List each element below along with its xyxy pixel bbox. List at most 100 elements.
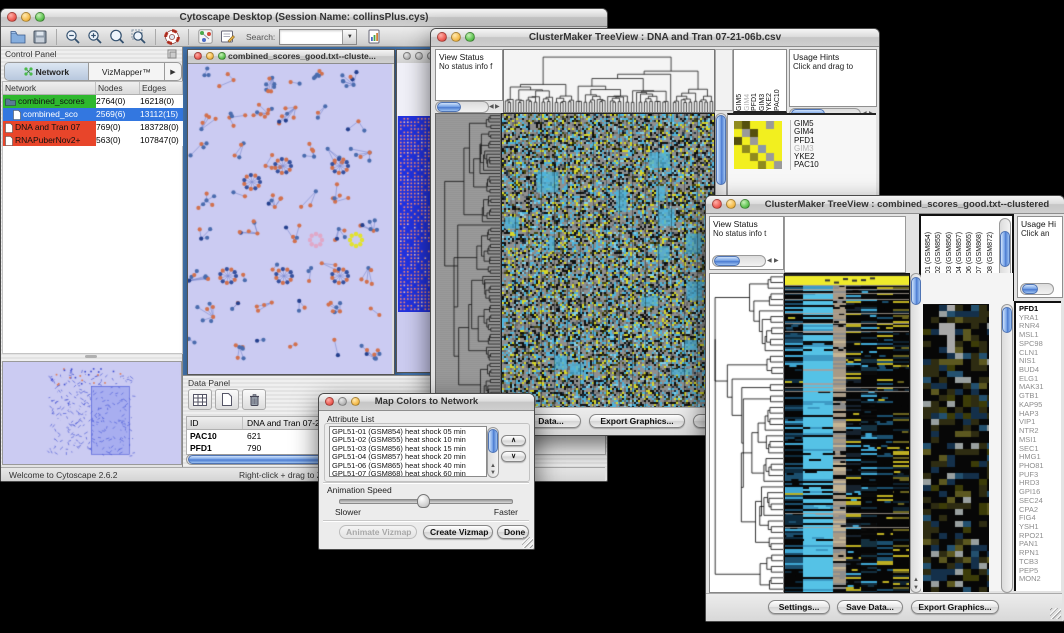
arrow-up-icon[interactable]: ▲ (913, 577, 919, 583)
export-graphics-button[interactable]: Export Graphics... (589, 414, 685, 428)
export-graphics-button[interactable]: Export Graphics... (911, 600, 999, 614)
arrow-down-icon[interactable]: ▼ (913, 585, 919, 591)
zoom-window-icon[interactable] (218, 52, 226, 60)
create-vizmap-button[interactable]: Create Vizmap (423, 525, 493, 539)
minimize-icon[interactable] (415, 52, 423, 60)
view-status-hscrollbar[interactable] (712, 255, 766, 267)
minimize-icon[interactable] (21, 12, 31, 22)
attribute-list-vscrollbar[interactable]: ▲ ▼ (487, 427, 499, 478)
usage-hints-panel: Usage Hi Click an (1017, 216, 1063, 298)
open-file-button[interactable] (7, 27, 29, 46)
create-attribute-button[interactable] (215, 389, 239, 410)
annotation-button[interactable] (216, 27, 238, 46)
settings-button[interactable]: Settings... (768, 600, 830, 614)
move-up-button[interactable]: ∧ (501, 435, 526, 446)
move-down-button[interactable]: ∨ (501, 451, 526, 462)
help-button[interactable] (161, 27, 183, 46)
gene-label[interactable]: PAC10 (794, 161, 819, 169)
view-status-hscrollbar[interactable] (435, 101, 489, 113)
array-label[interactable]: GIM5 (736, 50, 744, 111)
float-panel-icon[interactable] (167, 49, 177, 59)
new-doc-icon (222, 393, 232, 406)
row-id: PAC10 (187, 430, 243, 442)
network-row[interactable]: DNA and Tran 07 769(0) 183728(0) (3, 121, 183, 134)
arrow-down-icon[interactable]: ▼ (490, 470, 496, 476)
array-label[interactable]: YKE2 (766, 50, 774, 111)
file-icon (5, 136, 13, 146)
array-label[interactable]: PFD1 (751, 50, 759, 111)
close-icon[interactable] (437, 32, 447, 42)
heatmap-canvas[interactable] (501, 113, 715, 411)
tab-network[interactable]: Network (5, 63, 89, 80)
network-canvas[interactable] (188, 64, 392, 374)
zoom-fit-button[interactable] (106, 27, 128, 46)
tab-vizmapper[interactable]: VizMapper™ (89, 63, 165, 80)
col-edges: Edges (140, 82, 183, 94)
zoom-in-icon (87, 29, 103, 45)
attribute-list[interactable]: GPL51-01 (GSM854) heat shock 05 minGPL51… (329, 426, 487, 477)
usage-hints-info: Click and drag to (790, 62, 876, 71)
close-icon[interactable] (403, 52, 411, 60)
minimize-icon[interactable] (451, 32, 461, 42)
treeview1-title-bar[interactable]: ClusterMaker TreeView : DNA and Tran 07-… (431, 29, 879, 47)
close-icon[interactable] (194, 52, 202, 60)
summary-vscrollbar[interactable] (1001, 304, 1013, 593)
panel-resize-handle[interactable] (85, 355, 97, 358)
zoom-window-icon[interactable] (351, 397, 360, 406)
minimize-icon[interactable] (206, 52, 214, 60)
attribute-browser-button[interactable] (363, 27, 385, 46)
zoom-selected-button[interactable] (128, 27, 150, 46)
gene-label[interactable]: MON2 (1019, 575, 1061, 584)
node-appearance-button[interactable] (194, 27, 216, 46)
array-label[interactable]: PAC10 (774, 50, 782, 111)
select-attributes-button[interactable] (188, 389, 212, 410)
dialog-title-bar[interactable]: Map Colors to Network (319, 394, 534, 411)
network-row-selected[interactable]: combined_sco 2569(6) 13112(15) (3, 108, 183, 121)
tabs-overflow-button[interactable]: ▶ (165, 63, 181, 80)
save-data-button[interactable]: Save Data... (837, 600, 903, 614)
speed-slider-thumb[interactable] (417, 494, 430, 508)
close-icon[interactable] (325, 397, 334, 406)
main-title-bar[interactable]: Cytoscape Desktop (Session Name: collins… (1, 9, 607, 27)
zoom-window-icon[interactable] (35, 12, 45, 22)
view-status-label: View Status (710, 217, 783, 229)
network-nodes: 2569(6) (96, 108, 140, 121)
delete-attribute-button[interactable] (242, 389, 266, 410)
col-network: Network (3, 82, 96, 94)
zoom-window-icon[interactable] (740, 199, 750, 209)
attribute-item[interactable]: GPL51-07 (GSM868) heat shock 60 min (332, 470, 486, 477)
correlation-matrix[interactable] (734, 121, 782, 169)
arrow-right-icon[interactable]: ▶ (495, 104, 500, 110)
birdseye-view[interactable] (2, 361, 182, 465)
toolbar-separator (155, 29, 156, 45)
zoom-out-button[interactable] (62, 27, 84, 46)
treeview2-window: ClusterMaker TreeView : combined_scores_… (705, 195, 1064, 622)
row-dendrogram[interactable] (709, 273, 784, 593)
arrow-left-icon[interactable]: ◀ (767, 258, 772, 264)
treeview2-title-bar[interactable]: ClusterMaker TreeView : combined_scores_… (706, 196, 1064, 214)
usage-hints-hscrollbar[interactable] (1020, 283, 1054, 295)
zoom-selected-icon (131, 29, 147, 45)
resize-grip[interactable] (1050, 608, 1061, 619)
resize-grip[interactable] (522, 537, 533, 548)
heatmap-canvas[interactable] (784, 273, 910, 593)
arrow-right-icon[interactable]: ▶ (774, 258, 779, 264)
network-row[interactable]: combined_scores 2764(0) 16218(0) (3, 95, 183, 108)
row-dendrogram[interactable] (435, 113, 501, 411)
network-nodes: 2764(0) (96, 95, 140, 108)
column-dendrogram[interactable] (503, 49, 715, 113)
network-view-title-bar[interactable]: combined_scores_good.txt--cluste... (188, 50, 394, 64)
search-input[interactable]: ▼ (279, 29, 357, 45)
animate-vizmap-button: Animate Vizmap (339, 525, 417, 539)
zoom-in-button[interactable] (84, 27, 106, 46)
arrow-left-icon[interactable]: ◀ (489, 104, 494, 110)
save-session-button[interactable] (29, 27, 51, 46)
arrow-up-icon[interactable]: ▲ (490, 463, 496, 469)
network-edges: 183728(0) (140, 121, 183, 134)
close-icon[interactable] (7, 12, 17, 22)
close-icon[interactable] (712, 199, 722, 209)
minimize-icon[interactable] (726, 199, 736, 209)
zoom-window-icon[interactable] (465, 32, 475, 42)
summary-heatmap[interactable] (923, 304, 989, 592)
search-combo-arrow-icon[interactable]: ▼ (342, 30, 356, 44)
